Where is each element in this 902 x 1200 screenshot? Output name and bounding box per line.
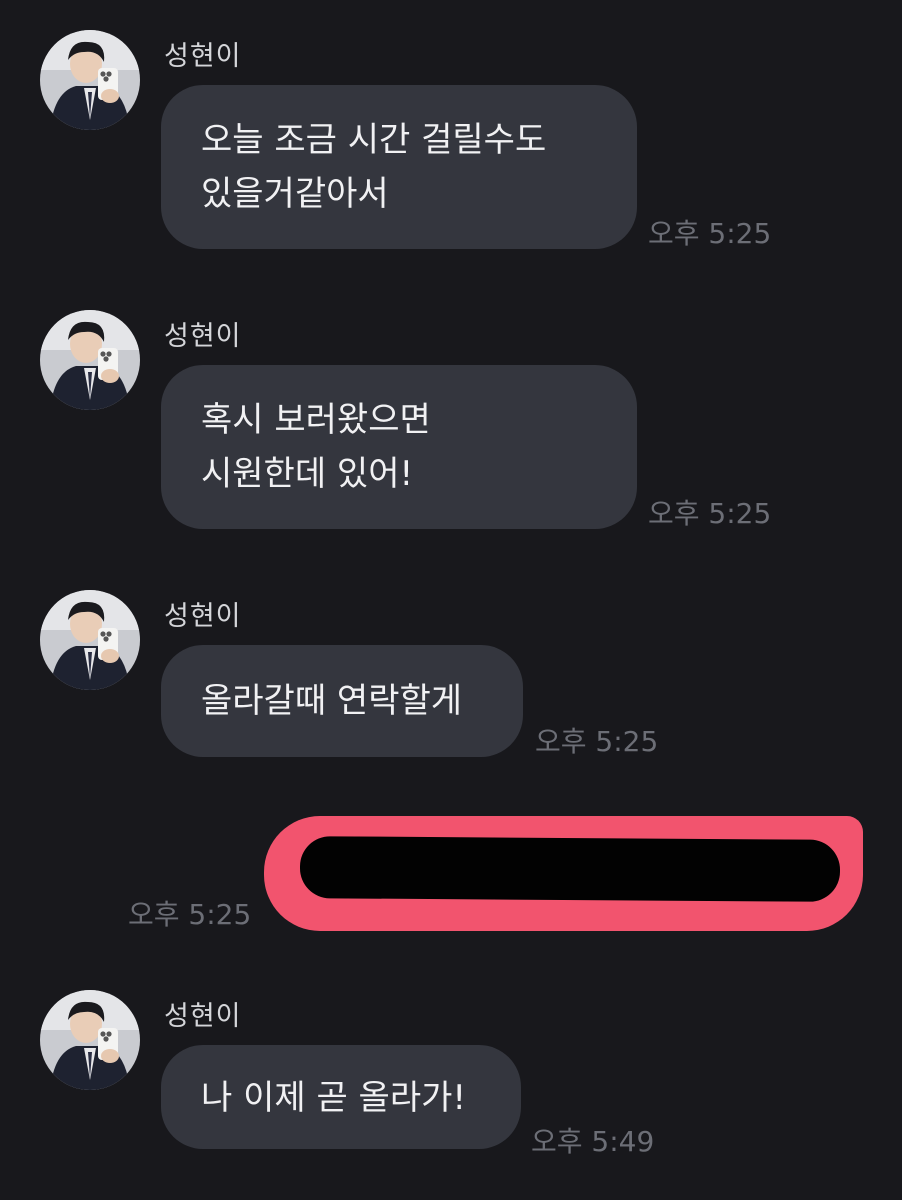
message-bubble[interactable]: 오늘 조금 시간 걸릴수도 있을거같아서: [161, 85, 637, 249]
avatar-icon: [40, 590, 140, 690]
message-bubble[interactable]: 혹시 보러왔으면 시원한데 있어!: [161, 365, 637, 529]
incoming-message: 성현이 혹시 보러왔으면 시원한데 있어! 오후 5:25: [0, 310, 902, 540]
sender-avatar[interactable]: [40, 590, 140, 690]
my-message-timestamp: 오후 5:25: [128, 898, 252, 931]
message-timestamp: 오후 5:25: [648, 497, 772, 530]
avatar-icon: [40, 990, 140, 1090]
sender-name: 성현이: [164, 41, 242, 72]
message-timestamp: 오후 5:49: [531, 1125, 655, 1158]
message-timestamp: 오후 5:25: [648, 217, 772, 250]
redaction-mark: [299, 836, 841, 902]
sender-avatar[interactable]: [40, 990, 140, 1090]
sender-name: 성현이: [164, 601, 242, 632]
sender-avatar[interactable]: [40, 310, 140, 410]
avatar-icon: [40, 310, 140, 410]
sender-name: 성현이: [164, 321, 242, 352]
incoming-message: 성현이 오늘 조금 시간 걸릴수도 있을거같아서 오후 5:25: [0, 30, 902, 260]
message-timestamp: 오후 5:25: [535, 725, 659, 758]
avatar-icon: [40, 30, 140, 130]
sender-name: 성현이: [164, 1001, 242, 1032]
incoming-message: 성현이 나 이제 곧 올라가! 오후 5:49: [0, 990, 902, 1170]
sender-avatar[interactable]: [40, 30, 140, 130]
message-bubble[interactable]: 나 이제 곧 올라가!: [161, 1045, 521, 1149]
incoming-message: 성현이 올라갈때 연락할게 오후 5:25: [0, 590, 902, 770]
message-bubble[interactable]: 올라갈때 연락할게: [161, 645, 523, 757]
chat-window: 성현이 오늘 조금 시간 걸릴수도 있을거같아서 오후 5:25 성현이 혹시 …: [0, 0, 902, 1200]
